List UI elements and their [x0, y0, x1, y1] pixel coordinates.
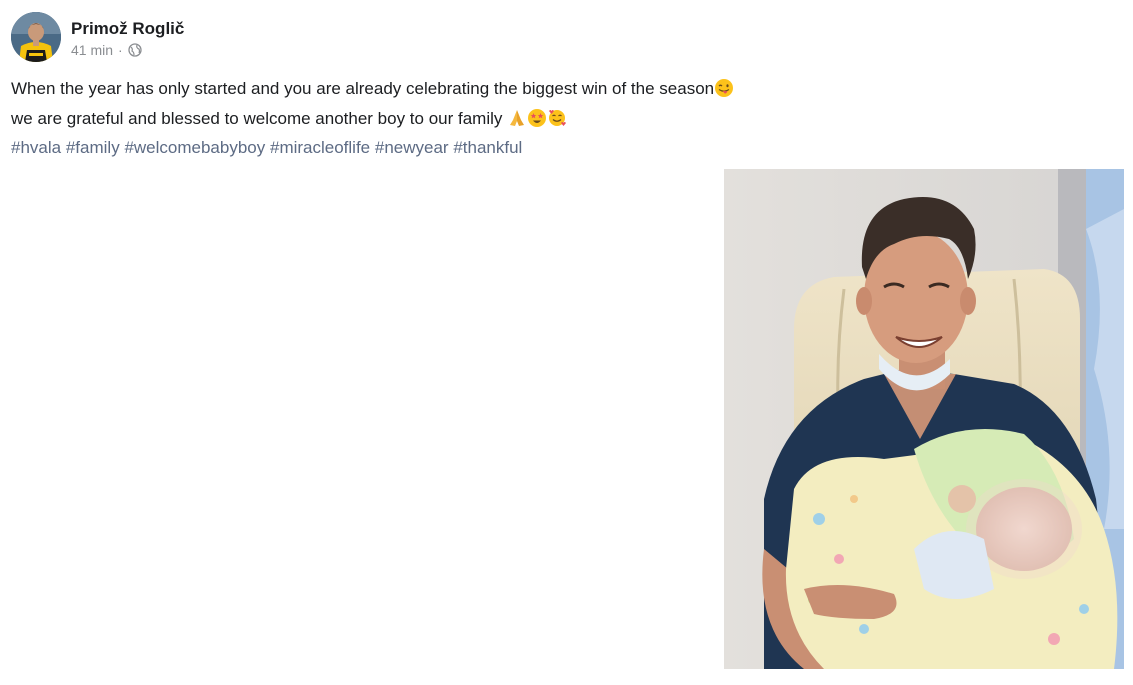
post-meta: 41 min · — [71, 42, 142, 58]
hashtag-link[interactable]: #thankful — [453, 138, 522, 157]
facebook-post: Primož Roglič 41 min · When the year has… — [0, 0, 1133, 685]
meta-separator: · — [118, 42, 123, 58]
hashtag-link[interactable]: #newyear — [375, 138, 449, 157]
folded-hands-icon — [507, 108, 527, 128]
post-timestamp[interactable]: 41 min — [71, 42, 113, 58]
post-text-line-1: When the year has only started and you a… — [11, 78, 734, 99]
winking-face-with-tongue-icon — [714, 78, 734, 98]
hashtag-link[interactable]: #welcomebabyboy — [124, 138, 265, 157]
hashtag-link[interactable]: #miracleoflife — [270, 138, 370, 157]
star-struck-icon — [527, 108, 547, 128]
post-text-2: we are grateful and blessed to welcome a… — [11, 109, 503, 128]
hashtag-link[interactable]: #hvala — [11, 138, 61, 157]
post-photo[interactable] — [724, 169, 1124, 669]
author-name[interactable]: Primož Roglič — [71, 19, 184, 39]
author-avatar[interactable] — [11, 12, 61, 62]
post-text-line-2: we are grateful and blessed to welcome a… — [11, 108, 567, 129]
hashtag-link[interactable]: #family — [66, 138, 120, 157]
post-text-1: When the year has only started and you a… — [11, 79, 715, 98]
smiling-face-with-hearts-icon — [547, 108, 567, 128]
hashtag-list: #hvala #family #welcomebabyboy #miracleo… — [11, 138, 522, 158]
globe-icon[interactable] — [128, 43, 142, 57]
